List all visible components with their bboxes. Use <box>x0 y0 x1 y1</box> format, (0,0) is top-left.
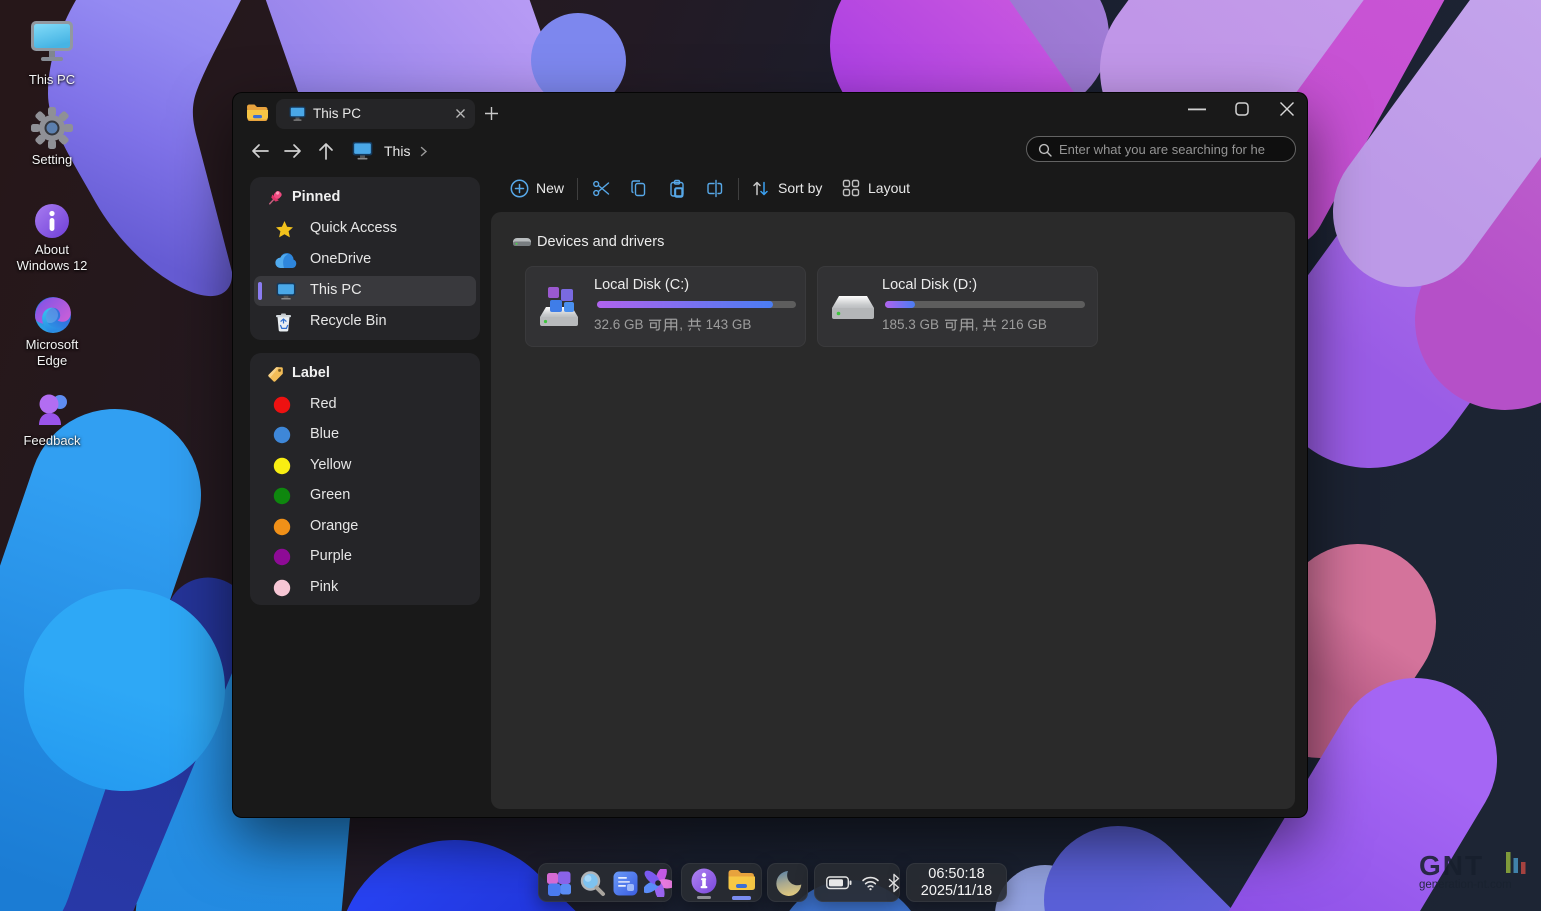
svg-text:generation-nt.com: generation-nt.com <box>1419 879 1512 891</box>
svg-text:GNT: GNT <box>1419 850 1484 881</box>
